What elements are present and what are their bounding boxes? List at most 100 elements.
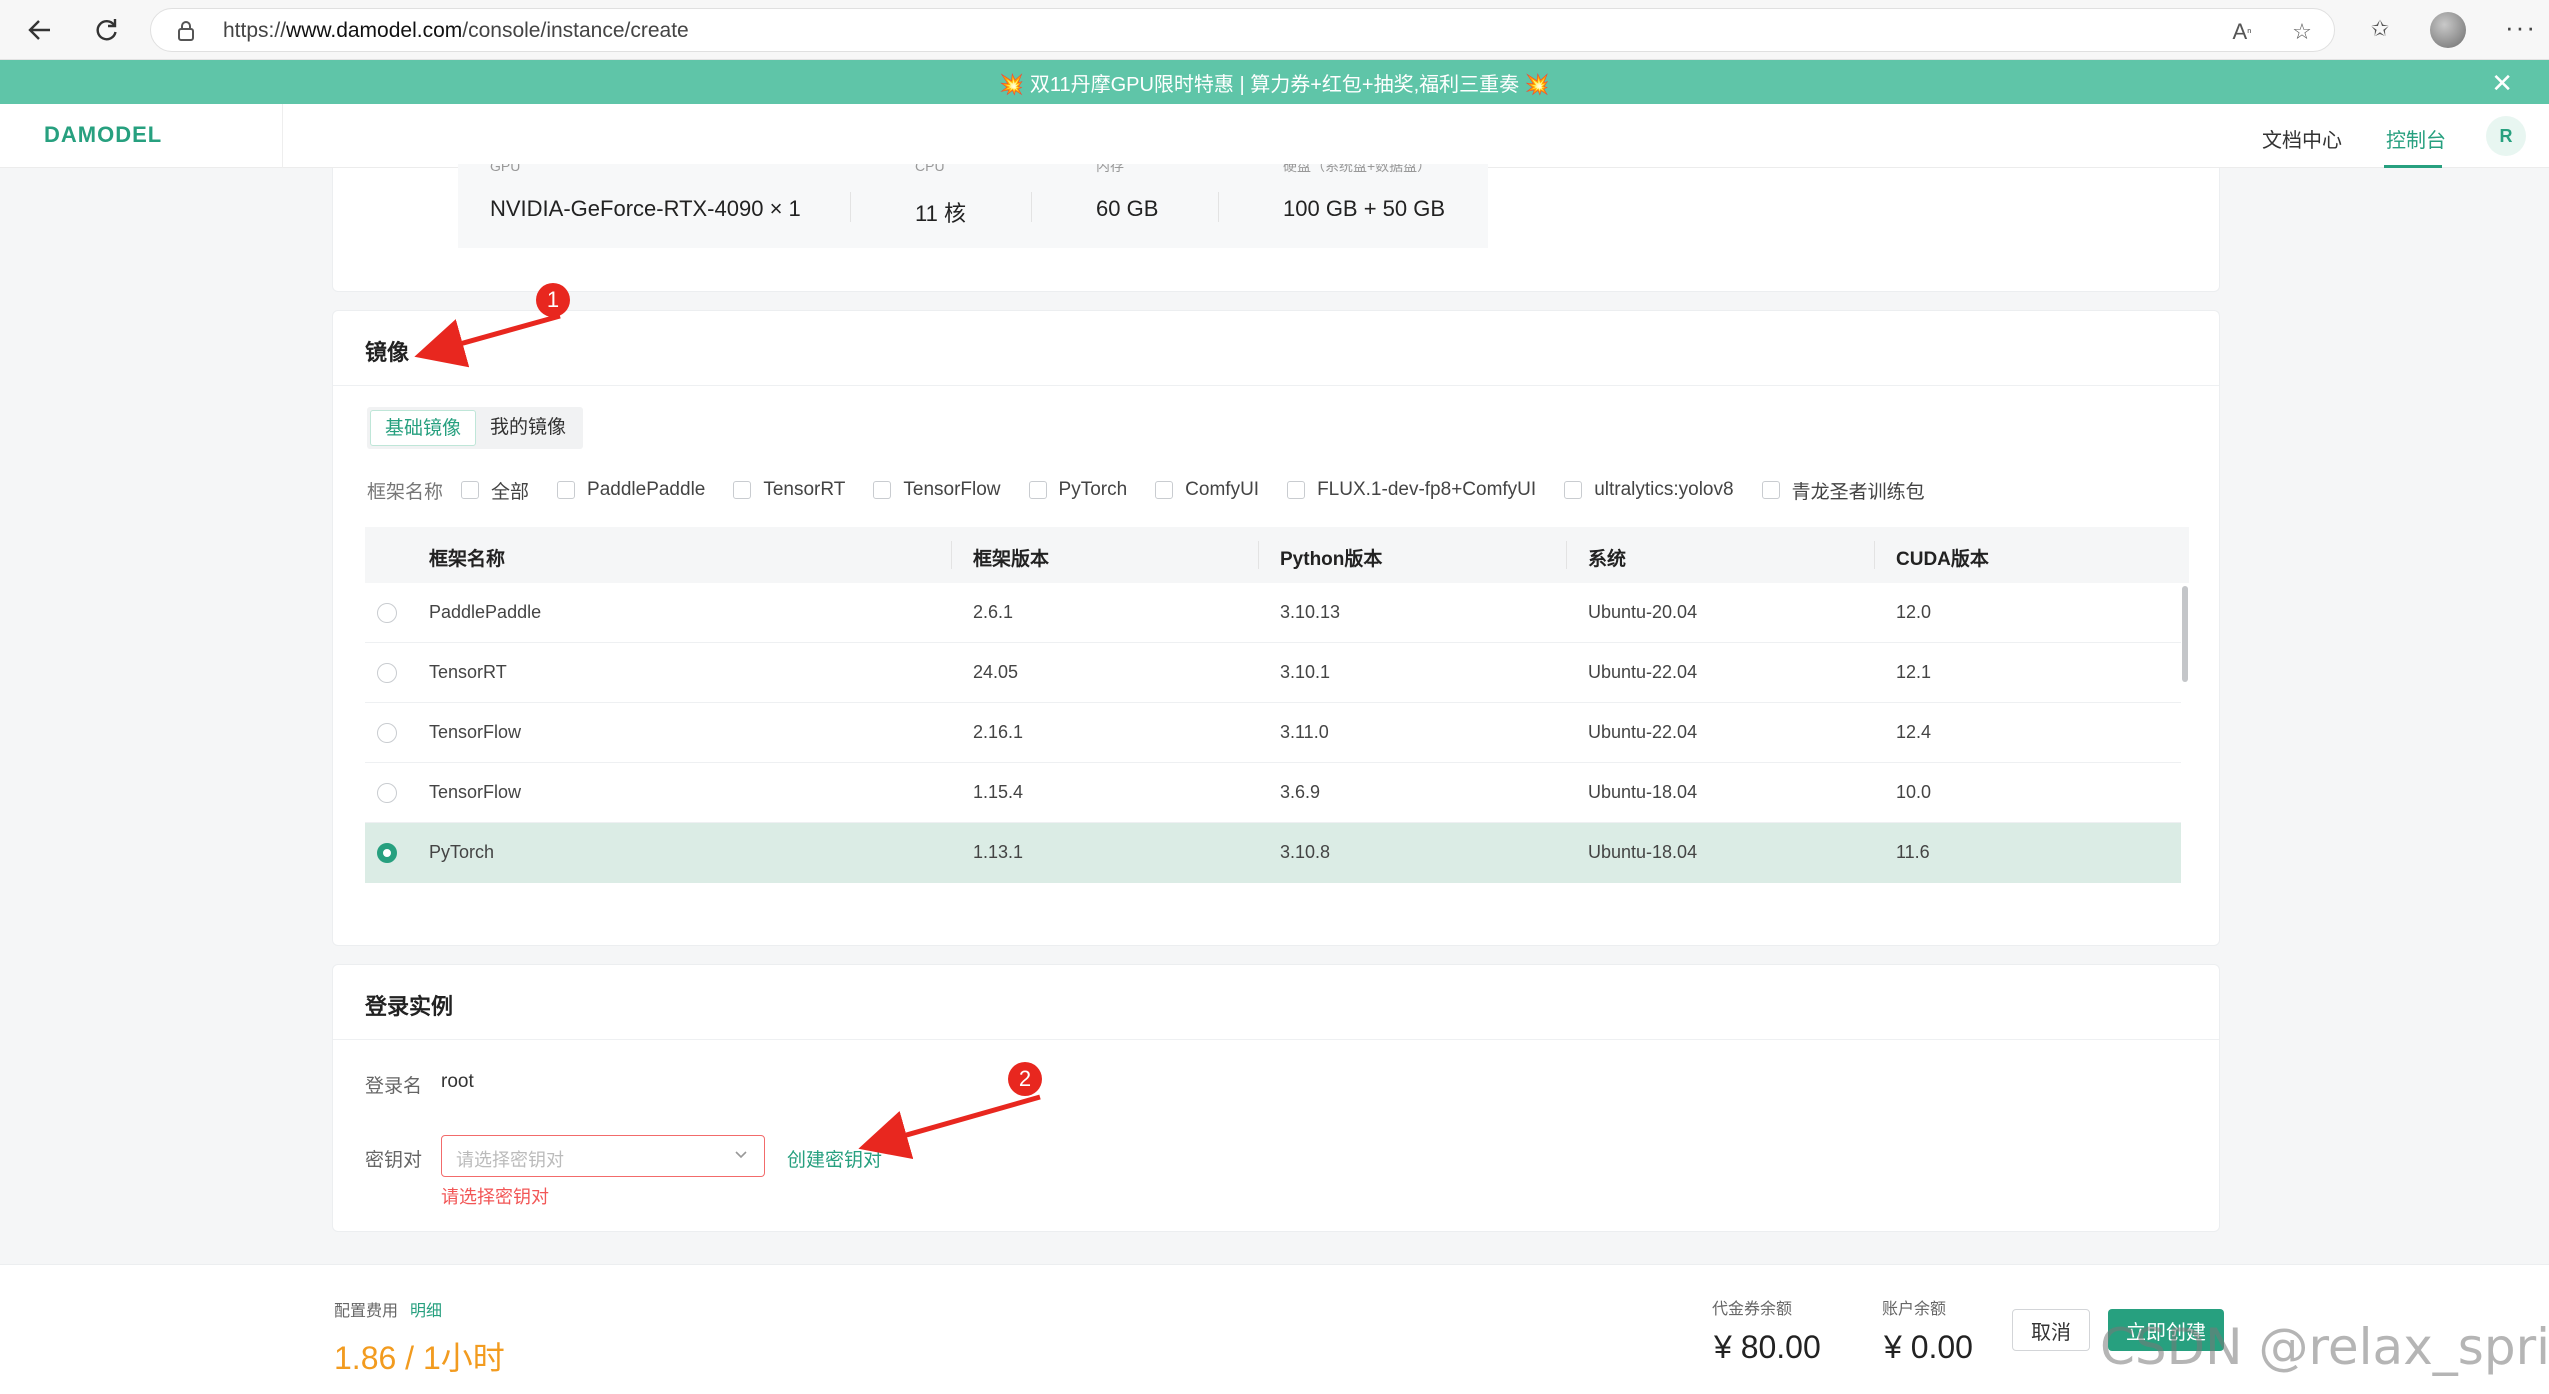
framework-filters: 框架名称 全部 PaddlePaddle TensorRT TensorFlow… (367, 475, 1953, 505)
checkbox[interactable] (733, 481, 752, 499)
more-menu-icon[interactable]: ··· (2505, 12, 2537, 43)
address-bar[interactable]: https://www.damodel.com/console/instance… (150, 8, 2335, 52)
back-arrow-icon[interactable] (20, 10, 60, 50)
filter-qinglong[interactable]: 青龙圣者训练包 (1761, 477, 1925, 504)
image-card: 镜像 基础镜像 我的镜像 框架名称 全部 PaddlePaddle Tensor… (332, 310, 2220, 946)
filter-flux[interactable]: FLUX.1-dev-fp8+ComfyUI (1287, 479, 1536, 501)
checkbox[interactable] (1564, 481, 1583, 499)
radio-button[interactable] (377, 663, 397, 683)
annotation-badge-1: 1 (536, 283, 570, 317)
login-name-label: 登录名 (365, 1076, 423, 1097)
table-scrollbar[interactable] (2182, 586, 2188, 682)
voucher-value: ¥ 80.00 (1714, 1329, 1821, 1365)
checkbox[interactable] (461, 481, 480, 499)
filter-yolov8[interactable]: ultralytics:yolov8 (1564, 479, 1734, 501)
filter-text: TensorRT (763, 479, 846, 500)
cell-version: 24.05 (973, 662, 1019, 682)
login-name-value: root (441, 1071, 474, 1092)
filter-tensorrt[interactable]: TensorRT (733, 479, 845, 501)
nav-active-indicator (2384, 165, 2442, 168)
filter-text: 青龙圣者训练包 (1791, 481, 1925, 503)
cell-cuda: 11.6 (1896, 842, 1930, 862)
key-pair-select[interactable]: 请选择密钥对 (441, 1135, 765, 1177)
lock-icon (178, 21, 194, 41)
logo[interactable]: DAMODEL (44, 122, 162, 148)
filter-text: ComfyUI (1185, 479, 1260, 500)
filter-text: ultralytics:yolov8 (1594, 479, 1734, 500)
checkbox[interactable] (1155, 481, 1174, 499)
cell-python: 3.10.8 (1280, 842, 1331, 862)
cell-os: Ubuntu-20.04 (1588, 602, 1698, 622)
filter-label: 框架名称 (367, 481, 444, 503)
promo-text[interactable]: 💥 双11丹摩GPU限时特惠 | 算力券+红包+抽奖,福利三重奏 💥 (999, 68, 1549, 97)
tab-my-image[interactable]: 我的镜像 (476, 410, 580, 446)
col-cuda: CUDA版本 (1896, 549, 1989, 570)
spec-gpu-label: GPU (490, 164, 521, 174)
nav-docs[interactable]: 文档中心 (2262, 124, 2342, 153)
table-header: 框架名称 框架版本 Python版本 系统 CUDA版本 (365, 527, 2189, 583)
section-title-image: 镜像 (365, 340, 410, 365)
cell-cuda: 10.0 (1896, 782, 1932, 802)
cell-version: 2.6.1 (973, 602, 1014, 622)
checkbox[interactable] (557, 481, 576, 499)
cell-framework: TensorRT (429, 662, 507, 682)
col-separator (951, 541, 952, 569)
spec-disk: 硬盘（系统盘+数据盘） 100 GB + 50 GB (1283, 164, 1445, 222)
spec-cpu-value: 11 核 (915, 201, 966, 226)
cell-cuda: 12.4 (1896, 722, 1932, 742)
refresh-icon[interactable] (86, 10, 126, 50)
cost-detail-link[interactable]: 明细 (410, 1297, 442, 1321)
spec-gpu-value: NVIDIA-GeForce-RTX-4090 × 1 (490, 196, 801, 221)
table-row[interactable]: TensorRT 24.05 3.10.1 Ubuntu-22.04 12.1 (365, 643, 2181, 703)
col-separator (1258, 541, 1259, 569)
filter-comfyui[interactable]: ComfyUI (1155, 479, 1259, 501)
table-row[interactable]: PaddlePaddle 2.6.1 3.10.13 Ubuntu-20.04 … (365, 583, 2181, 643)
favorites-list-icon[interactable]: ✩ (2367, 16, 2393, 42)
cell-os: Ubuntu-22.04 (1588, 662, 1698, 682)
nav-console[interactable]: 控制台 (2386, 124, 2446, 153)
card-divider (333, 385, 2219, 386)
table-row[interactable]: TensorFlow 1.15.4 3.6.9 Ubuntu-18.04 10.… (365, 763, 2181, 823)
spec-cpu-label: CPU (915, 164, 945, 174)
table-row-selected[interactable]: PyTorch 1.13.1 3.10.8 Ubuntu-18.04 11.6 (365, 823, 2181, 883)
read-aloud-icon[interactable]: Aⁿ (2229, 19, 2255, 45)
col-separator (1566, 541, 1567, 569)
cancel-button[interactable]: 取消 (2012, 1309, 2090, 1351)
filter-pytorch[interactable]: PyTorch (1028, 479, 1128, 501)
filter-tensorflow[interactable]: TensorFlow (873, 479, 1001, 501)
filter-text: 全部 (491, 481, 530, 503)
login-card: 登录实例 登录名 root 密钥对 请选择密钥对 请选择密钥对 创建密钥对 (332, 964, 2220, 1232)
checkbox[interactable] (1287, 481, 1306, 499)
spec-summary: GPU NVIDIA-GeForce-RTX-4090 × 1 CPU 11 核… (458, 164, 1488, 248)
radio-button[interactable] (377, 723, 397, 743)
url-text: https://www.damodel.com/console/instance… (223, 19, 689, 42)
radio-button-checked[interactable] (377, 843, 397, 863)
col-os: 系统 (1588, 549, 1627, 570)
close-icon[interactable]: ✕ (2491, 68, 2513, 99)
spec-cpu: CPU 11 核 (915, 164, 966, 228)
cell-python: 3.6.9 (1280, 782, 1321, 802)
watermark: CSDN @relax_spring (2100, 1318, 2549, 1376)
checkbox[interactable] (873, 481, 892, 499)
cell-version: 2.16.1 (973, 722, 1024, 742)
tab-base-image[interactable]: 基础镜像 (370, 410, 477, 446)
create-key-pair-link[interactable]: 创建密钥对 (787, 1145, 882, 1172)
user-avatar[interactable]: R (2486, 116, 2526, 156)
filter-paddlepaddle[interactable]: PaddlePaddle (557, 479, 705, 501)
filter-text: PyTorch (1058, 479, 1128, 500)
cell-python: 3.10.13 (1280, 602, 1341, 622)
header-divider (282, 104, 283, 168)
filter-all[interactable]: 全部 (461, 477, 529, 504)
checkbox[interactable] (1761, 481, 1780, 499)
favorite-star-icon[interactable]: ☆ (2289, 19, 2315, 45)
table-row[interactable]: TensorFlow 2.16.1 3.11.0 Ubuntu-22.04 12… (365, 703, 2181, 763)
balance-value: ¥ 0.00 (1884, 1329, 1973, 1365)
checkbox[interactable] (1028, 481, 1047, 499)
col-framework: 框架名称 (429, 549, 506, 570)
radio-button[interactable] (377, 603, 397, 623)
image-tabs: 基础镜像 我的镜像 (367, 407, 584, 449)
cell-version: 1.13.1 (973, 842, 1024, 862)
cell-framework: TensorFlow (429, 722, 522, 742)
browser-profile-avatar[interactable] (2430, 12, 2466, 48)
radio-button[interactable] (377, 783, 397, 803)
